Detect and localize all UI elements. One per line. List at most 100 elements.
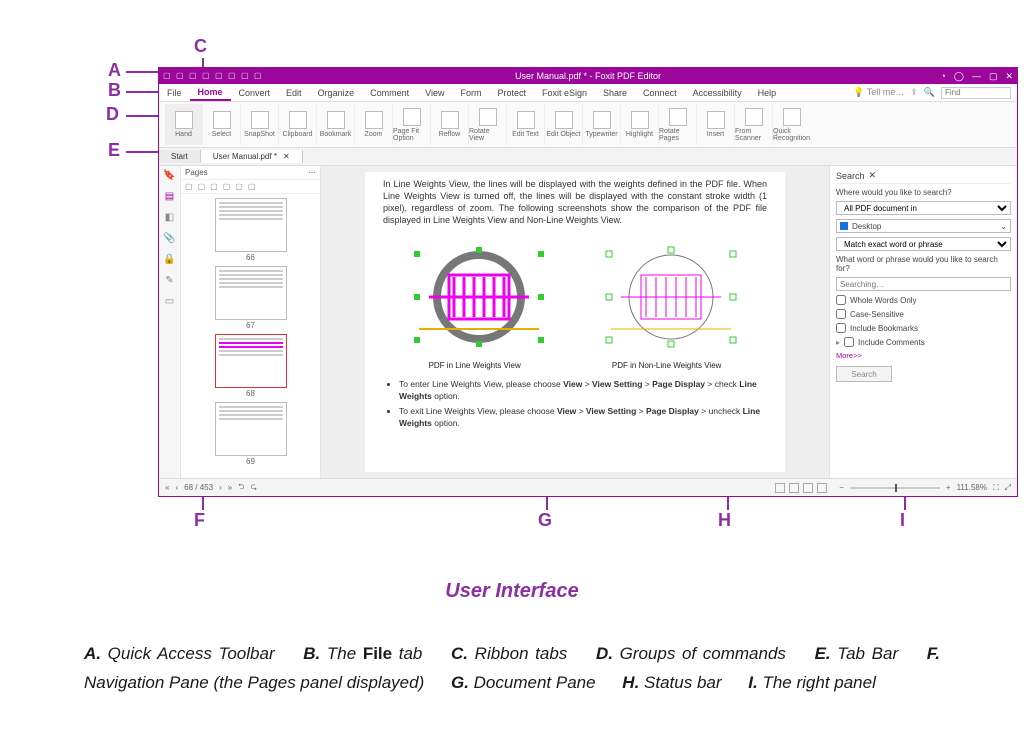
tab-comment[interactable]: Comment — [362, 86, 417, 100]
tab-accessibility[interactable]: Accessibility — [685, 86, 750, 100]
view-mode-icon[interactable] — [789, 483, 799, 493]
attach-icon[interactable]: 📎 — [163, 233, 175, 244]
cmd-ocr[interactable]: Quick Recognition — [773, 104, 811, 145]
minimize-icon[interactable]: — — [972, 71, 981, 82]
qat-icon[interactable] — [241, 72, 249, 80]
doc-tab-start[interactable]: Start — [159, 150, 201, 163]
view-mode-icon[interactable] — [803, 483, 813, 493]
fit-icon[interactable]: ⛶ — [993, 483, 999, 493]
highlight-icon — [631, 111, 649, 129]
next-page-icon[interactable]: › — [219, 483, 222, 492]
tab-home[interactable]: Home — [190, 85, 231, 101]
zoom-in-icon[interactable]: + — [946, 483, 951, 492]
close-icon[interactable]: ✕ — [1005, 71, 1013, 82]
thumb-tool-icon[interactable]: ▢ — [210, 182, 218, 191]
tab-convert[interactable]: Convert — [231, 86, 279, 100]
tab-file[interactable]: File — [159, 86, 190, 100]
zoom-out-icon[interactable]: − — [839, 483, 844, 492]
share-icon[interactable]: ⇪ — [910, 87, 918, 98]
first-page-icon[interactable]: « — [165, 483, 169, 492]
cmd-bookmark[interactable]: Bookmark — [317, 104, 355, 145]
callout-F: F — [194, 510, 205, 531]
cmd-editobj[interactable]: Edit Object — [545, 104, 583, 145]
cmd-insert[interactable]: Insert — [697, 104, 735, 145]
page-thumb[interactable]: 69 — [215, 402, 287, 466]
signatures-icon[interactable]: ✎ — [165, 275, 173, 286]
cmd-snapshot[interactable]: SnapShot — [241, 104, 279, 145]
cmd-scanner[interactable]: From Scanner — [735, 104, 773, 145]
tab-form[interactable]: Form — [452, 86, 489, 100]
bookmarks-icon[interactable]: 🔖 — [163, 170, 175, 181]
qat-icon[interactable] — [176, 72, 184, 80]
cmd-clipboard[interactable]: Clipboard — [279, 104, 317, 145]
tab-edit[interactable]: Edit — [278, 86, 310, 100]
maximize-icon[interactable]: ▢ — [989, 71, 998, 82]
panel-menu-icon[interactable]: ⋯ — [308, 168, 316, 177]
view-mode-icon[interactable] — [775, 483, 785, 493]
tab-view[interactable]: View — [417, 86, 452, 100]
page-thumb[interactable]: 67 — [215, 266, 287, 330]
view-mode-icon[interactable] — [817, 483, 827, 493]
cmd-highlight[interactable]: Highlight — [621, 104, 659, 145]
page-field[interactable]: 68 / 453 — [184, 483, 213, 492]
search-input[interactable] — [836, 277, 1011, 291]
chk-include-comments[interactable]: ▸Include Comments — [836, 337, 1011, 347]
cmd-pagefit[interactable]: Page Fit Option — [393, 104, 431, 145]
find-input[interactable] — [941, 87, 1011, 99]
chk-case-sensitive[interactable]: Case-Sensitive — [836, 309, 1011, 319]
tab-esign[interactable]: Foxit eSign — [534, 86, 595, 100]
nav-back-icon[interactable]: ⮌ — [238, 481, 244, 495]
notify-icon[interactable]: ◔ — [940, 71, 945, 82]
tab-organize[interactable]: Organize — [310, 86, 363, 100]
articles-icon[interactable]: ▭ — [165, 296, 174, 307]
prev-page-icon[interactable]: ‹ — [175, 483, 178, 492]
thumb-tool-icon[interactable]: ▢ — [223, 182, 231, 191]
close-tab-icon[interactable]: ✕ — [283, 152, 290, 161]
qat-icon[interactable] — [202, 72, 210, 80]
close-icon[interactable]: ✕ — [869, 170, 877, 181]
cmd-rotateview[interactable]: Rotate View — [469, 104, 507, 145]
tab-protect[interactable]: Protect — [489, 86, 534, 100]
tab-connect[interactable]: Connect — [635, 86, 685, 100]
search-match-select[interactable]: Match exact word or phrase — [836, 237, 1011, 251]
cmd-zoom[interactable]: Zoom — [355, 104, 393, 145]
cmd-reflow[interactable]: Reflow — [431, 104, 469, 145]
thumb-tool-icon[interactable]: ▢ — [248, 182, 256, 191]
thumb-tool-icon[interactable]: ▢ — [235, 182, 243, 191]
qat-icon[interactable] — [189, 72, 197, 80]
search-location-select[interactable]: Desktop⌄ — [836, 219, 1011, 233]
search-more-link[interactable]: More>> — [836, 351, 1011, 360]
user-icon[interactable]: ◯ — [954, 71, 964, 82]
cmd-hand[interactable]: Hand — [165, 104, 203, 145]
tab-help[interactable]: Help — [750, 86, 785, 100]
page-thumb[interactable]: 66 — [215, 198, 287, 262]
chk-include-bookmarks[interactable]: Include Bookmarks — [836, 323, 1011, 333]
qat-icon[interactable] — [163, 72, 171, 80]
search-button[interactable]: Search — [836, 366, 892, 382]
tab-share[interactable]: Share — [595, 86, 635, 100]
tell-me[interactable]: 💡 Tell me… — [853, 87, 904, 98]
qat-icon[interactable] — [228, 72, 236, 80]
security-icon[interactable]: 🔒 — [163, 254, 175, 265]
doc-tab-usermanual[interactable]: User Manual.pdf * ✕ — [201, 150, 303, 163]
zoom-slider[interactable] — [850, 487, 940, 489]
layers-icon[interactable]: ◧ — [165, 212, 174, 223]
qat-icon[interactable] — [215, 72, 223, 80]
nav-fwd-icon[interactable]: ⮎ — [251, 481, 257, 495]
qat-icon[interactable] — [254, 72, 262, 80]
thumb-tool-icon[interactable]: ▢ — [185, 182, 193, 191]
cmd-select[interactable]: Select — [203, 104, 241, 145]
cmd-typewriter[interactable]: Typewriter — [583, 104, 621, 145]
thumb-tool-icon[interactable]: ▢ — [198, 182, 206, 191]
cmd-rotatepages[interactable]: Rotate Pages — [659, 104, 697, 145]
search-tab[interactable]: Search — [836, 171, 865, 181]
search-scope-select[interactable]: All PDF document in — [836, 201, 1011, 215]
fullscreen-icon[interactable]: ⤢ — [1005, 483, 1011, 493]
document-pane[interactable]: In Line Weights View, the lines will be … — [321, 166, 829, 478]
chk-whole-words[interactable]: Whole Words Only — [836, 295, 1011, 305]
last-page-icon[interactable]: » — [228, 483, 232, 492]
pages-icon[interactable]: ▤ — [165, 191, 174, 202]
pages-panel-title: Pages — [185, 168, 208, 177]
cmd-edittext[interactable]: Edit Text — [507, 104, 545, 145]
page-thumb[interactable]: 68 — [215, 334, 287, 398]
